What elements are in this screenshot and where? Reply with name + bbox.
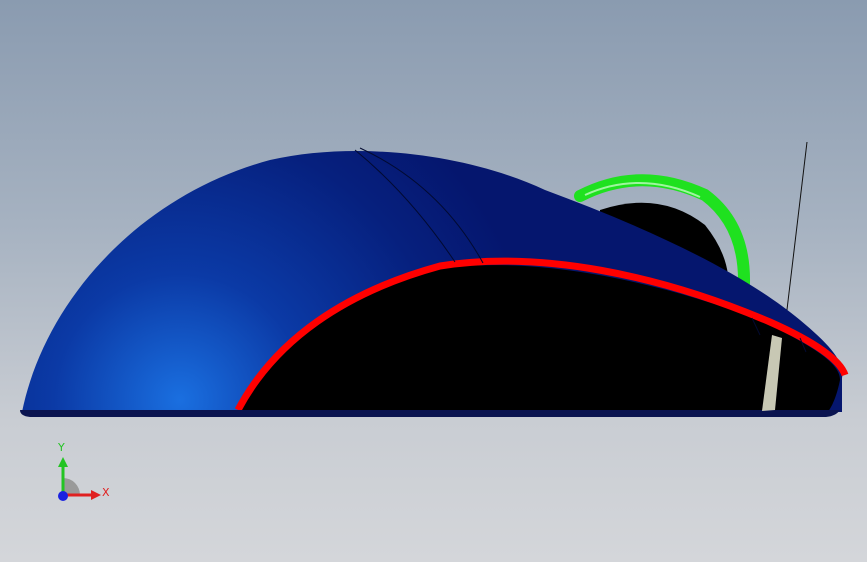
base-plate [20,410,840,417]
z-axis-dot-icon [58,491,68,501]
y-arrowhead-icon [58,457,68,467]
coordinate-triad: Y X [48,440,118,510]
y-axis-label: Y [58,441,65,454]
x-axis-label: X [102,486,110,499]
3d-viewport[interactable]: Y X [0,0,867,562]
cable-line [785,141,808,319]
x-arrowhead-icon [91,490,101,500]
mouse-model-render[interactable] [0,0,867,562]
